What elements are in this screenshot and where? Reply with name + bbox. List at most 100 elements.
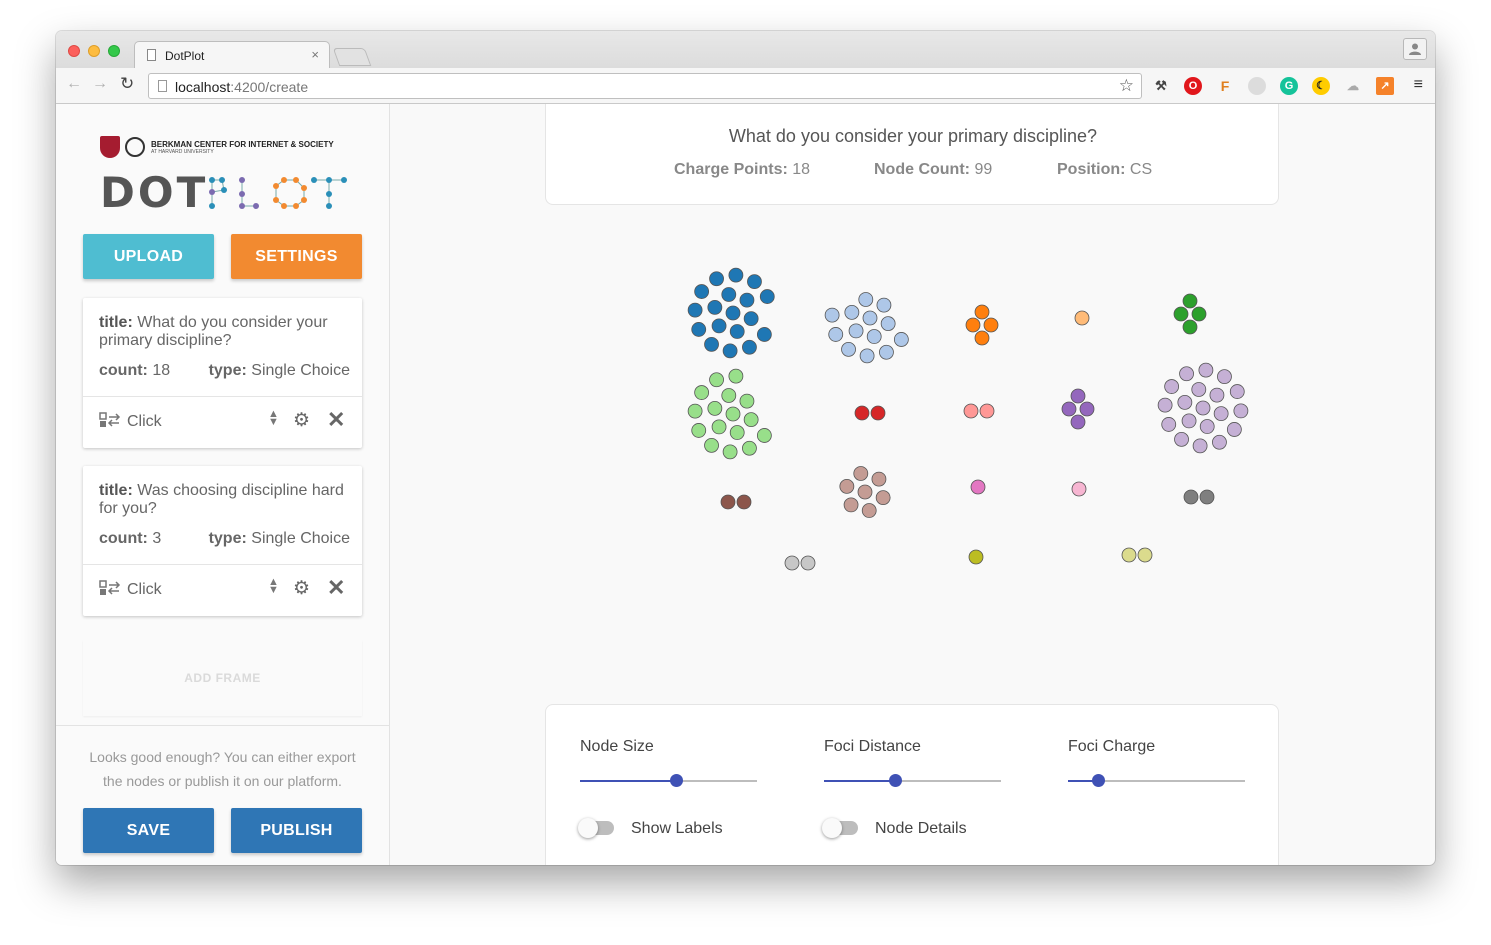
node-dot[interactable] — [1070, 414, 1086, 430]
node-dot[interactable] — [711, 318, 727, 334]
node-dot[interactable] — [1198, 362, 1214, 378]
node-dot[interactable] — [1164, 379, 1180, 394]
node-dot[interactable] — [968, 549, 984, 565]
node-details-toggle[interactable] — [822, 818, 858, 838]
node-dot[interactable] — [861, 503, 877, 518]
node-dot[interactable] — [1121, 547, 1137, 563]
node-dot[interactable] — [871, 471, 887, 487]
node-dot[interactable] — [704, 336, 719, 352]
node-dot[interactable] — [743, 412, 759, 428]
node-dot[interactable] — [739, 393, 755, 409]
node-dot[interactable] — [843, 497, 859, 513]
node-dot[interactable] — [711, 419, 727, 435]
node-dot[interactable] — [1061, 401, 1077, 417]
night-mode-icon[interactable]: ☾ — [1312, 77, 1330, 95]
extension-f-icon[interactable]: F — [1216, 77, 1234, 95]
node-dot[interactable] — [759, 289, 775, 304]
node-dot[interactable] — [742, 339, 757, 355]
node-dot[interactable] — [729, 324, 745, 339]
close-icon[interactable]: ✕ — [327, 575, 345, 601]
person-icon[interactable] — [1403, 38, 1427, 60]
node-dot[interactable] — [1177, 394, 1193, 410]
extension-pick-icon[interactable]: ⚒ — [1152, 77, 1170, 95]
node-dot[interactable] — [691, 423, 707, 438]
node-dot[interactable] — [1183, 489, 1199, 505]
frame-card[interactable]: title: What do you consider your primary… — [83, 298, 362, 448]
node-dot[interactable] — [1191, 382, 1207, 397]
node-dot[interactable] — [756, 428, 772, 443]
node-dot[interactable] — [1209, 387, 1225, 403]
forward-arrow-icon[interactable]: → — [92, 75, 108, 93]
node-dot[interactable] — [866, 329, 882, 344]
node-dot[interactable] — [880, 316, 896, 332]
gear-icon[interactable]: ⚙ — [293, 409, 310, 432]
settings-button[interactable]: SETTINGS — [231, 234, 362, 279]
gear-icon[interactable]: ⚙ — [293, 577, 310, 600]
address-bar[interactable]: localhost:4200/create ☆ — [148, 73, 1142, 99]
node-dot[interactable] — [1217, 369, 1232, 385]
node-dot[interactable] — [876, 297, 892, 313]
node-dot[interactable] — [709, 372, 724, 388]
tab-close-icon[interactable]: × — [311, 47, 319, 62]
node-dot[interactable] — [1199, 419, 1215, 434]
frame-action-select[interactable]: Click — [127, 413, 162, 431]
node-dot[interactable] — [857, 484, 873, 500]
node-dot[interactable] — [1182, 293, 1198, 309]
node-dot[interactable] — [870, 405, 886, 421]
new-tab-button[interactable] — [332, 48, 372, 66]
node-dot[interactable] — [742, 440, 757, 456]
node-dot[interactable] — [725, 305, 741, 321]
node-dot[interactable] — [848, 323, 864, 339]
extension-refresh-icon[interactable] — [1248, 77, 1266, 95]
node-dot[interactable] — [720, 494, 736, 510]
node-dot[interactable] — [687, 302, 703, 318]
node-dot[interactable] — [694, 385, 710, 400]
node-dot[interactable] — [1161, 417, 1177, 432]
node-dot[interactable] — [739, 292, 755, 308]
node-dot[interactable] — [1157, 397, 1173, 413]
node-dot[interactable] — [841, 341, 856, 357]
reload-icon[interactable]: ↻ — [120, 74, 134, 94]
show-labels-toggle[interactable] — [578, 818, 614, 838]
node-dot[interactable] — [707, 299, 723, 315]
slider-thumb[interactable] — [1092, 774, 1106, 787]
node-dot[interactable] — [854, 405, 870, 421]
node-dot[interactable] — [979, 403, 995, 419]
bookmark-star-icon[interactable]: ☆ — [1119, 76, 1134, 96]
node-dot[interactable] — [983, 317, 999, 333]
grammarly-icon[interactable]: G — [1280, 77, 1298, 95]
node-dot[interactable] — [1137, 547, 1153, 563]
node-dot[interactable] — [828, 327, 844, 342]
browser-menu-icon[interactable]: ≡ — [1414, 76, 1423, 94]
node-dot[interactable] — [1071, 481, 1087, 497]
frame-action-select[interactable]: Click — [127, 581, 162, 599]
node-dot[interactable] — [721, 388, 737, 403]
browser-tab[interactable]: DotPlot × — [134, 41, 330, 68]
node-dot[interactable] — [974, 304, 990, 320]
node-dot[interactable] — [1070, 388, 1086, 404]
node-size-slider[interactable] — [580, 774, 757, 787]
node-dot[interactable] — [687, 403, 703, 419]
node-dot[interactable] — [970, 479, 986, 495]
close-window-button[interactable] — [68, 45, 80, 57]
foci-charge-slider[interactable] — [1068, 774, 1245, 787]
node-dot[interactable] — [875, 490, 891, 506]
node-dot[interactable] — [1181, 413, 1197, 429]
node-dot[interactable] — [844, 304, 860, 320]
save-button[interactable]: SAVE — [83, 808, 214, 853]
extension-ghost-icon[interactable]: ☁ — [1344, 77, 1362, 95]
node-dot[interactable] — [1229, 384, 1245, 399]
extension-chart-icon[interactable]: ↗ — [1376, 77, 1394, 95]
node-dot[interactable] — [858, 292, 874, 307]
node-dot[interactable] — [722, 343, 738, 359]
url-text[interactable]: localhost:4200/create — [175, 79, 308, 95]
node-dot[interactable] — [862, 310, 878, 326]
node-dot[interactable] — [974, 330, 990, 346]
node-dot[interactable] — [1195, 400, 1211, 416]
foci-distance-slider[interactable] — [824, 774, 1001, 787]
node-dot[interactable] — [879, 344, 894, 360]
node-dot[interactable] — [1233, 403, 1249, 419]
node-dot[interactable] — [725, 406, 741, 422]
opera-extension-icon[interactable]: O — [1184, 77, 1202, 95]
node-dot[interactable] — [728, 267, 744, 283]
